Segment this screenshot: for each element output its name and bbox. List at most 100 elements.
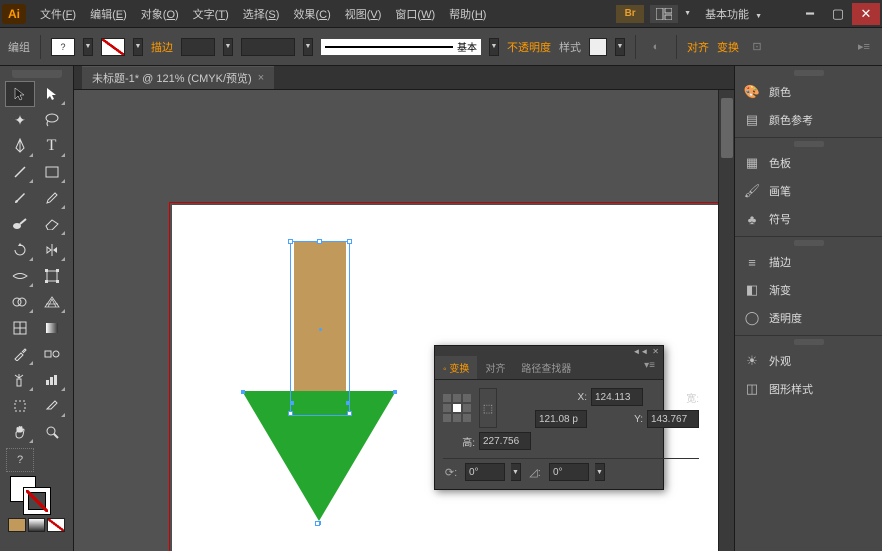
canvas-area[interactable]: ◄◄ ✕ ◦ 变换 对齐 路径查找器 ▾≡ X: [74, 90, 734, 551]
panel-collapse-icon[interactable]: ◄◄ [632, 347, 648, 356]
panel-close-icon[interactable]: ✕ [652, 347, 659, 356]
gradient-panel-button[interactable]: ◧渐变 [735, 276, 882, 304]
menu-help[interactable]: 帮助(H) [443, 3, 492, 25]
mesh-tool[interactable] [6, 316, 34, 340]
swatches-panel-button[interactable]: ▦色板 [735, 149, 882, 177]
menu-effect[interactable]: 效果(C) [287, 3, 336, 25]
opacity-label[interactable]: 不透明度 [507, 39, 551, 55]
panel-grip[interactable] [794, 70, 824, 76]
hand-tool[interactable] [6, 420, 34, 444]
slice-tool[interactable] [38, 394, 66, 418]
workspace-switcher[interactable]: 基本功能▼ [697, 3, 770, 25]
eyedropper-tool[interactable] [6, 342, 34, 366]
color-mode-gradient[interactable] [28, 518, 46, 532]
fill-color-swatch[interactable]: ? [51, 38, 75, 56]
free-transform-tool[interactable] [38, 264, 66, 288]
fill-stroke-control[interactable] [10, 476, 60, 516]
height-input[interactable] [479, 432, 531, 450]
y-input[interactable] [647, 410, 699, 428]
magic-wand-tool[interactable]: ✦ [6, 108, 34, 132]
stroke-label[interactable]: 描边 [151, 39, 173, 55]
scroll-thumb[interactable] [721, 98, 733, 158]
transform-panel[interactable]: ◄◄ ✕ ◦ 变换 对齐 路径查找器 ▾≡ X: [434, 345, 664, 490]
arrange-documents-button[interactable] [650, 5, 678, 23]
width-input[interactable] [535, 410, 587, 428]
lasso-tool[interactable] [38, 108, 66, 132]
menu-window[interactable]: 窗口(W) [389, 3, 441, 25]
menu-file[interactable]: 文件(F) [34, 3, 82, 25]
panel-menu-icon[interactable]: ▾≡ [636, 356, 663, 379]
type-tool[interactable]: T [38, 134, 66, 158]
menu-view[interactable]: 视图(V) [339, 3, 388, 25]
fill-color-dropdown[interactable]: ▼ [83, 38, 93, 56]
artboard-tool[interactable] [6, 394, 34, 418]
brushes-panel-button[interactable]: 🖌画笔 [735, 177, 882, 205]
brush-definition[interactable]: 基本 [321, 39, 481, 55]
shear-dropdown[interactable]: ▼ [595, 463, 605, 481]
menu-select[interactable]: 选择(S) [237, 3, 286, 25]
blend-tool[interactable] [38, 342, 66, 366]
transform-label[interactable]: 变换 [717, 39, 739, 55]
tab-close-icon[interactable]: × [258, 72, 264, 84]
reference-point[interactable] [443, 394, 471, 422]
shape-builder-tool[interactable] [6, 290, 34, 314]
symbol-sprayer-tool[interactable] [6, 368, 34, 392]
pen-tool[interactable] [6, 134, 34, 158]
blob-brush-tool[interactable] [6, 212, 34, 236]
reflect-tool[interactable] [38, 238, 66, 262]
line-segment-tool[interactable] [6, 160, 34, 184]
transparency-panel-button[interactable]: ◯透明度 [735, 304, 882, 332]
color-panel-button[interactable]: 🎨颜色 [735, 78, 882, 106]
menu-edit[interactable]: 编辑(E) [84, 3, 133, 25]
pathfinder-tab[interactable]: 路径查找器 [513, 356, 579, 379]
column-graph-tool[interactable] [38, 368, 66, 392]
stroke-color-swatch[interactable] [101, 38, 125, 56]
graphic-style-swatch[interactable] [589, 38, 607, 56]
stroke-square[interactable] [24, 488, 50, 514]
maximize-button[interactable]: ▢ [824, 3, 852, 25]
stroke-weight-dropdown[interactable]: ▼ [223, 38, 233, 56]
stroke-weight-input[interactable] [181, 38, 215, 56]
rotate-input[interactable] [465, 463, 505, 481]
menu-object[interactable]: 对象(O) [135, 3, 185, 25]
minimize-button[interactable]: ━ [796, 3, 824, 25]
direct-selection-tool[interactable] [38, 82, 66, 106]
stroke-panel-button[interactable]: ≡描边 [735, 248, 882, 276]
width-tool[interactable] [6, 264, 34, 288]
stroke-color-dropdown[interactable]: ▼ [133, 38, 143, 56]
menu-type[interactable]: 文字(T) [187, 3, 235, 25]
x-input[interactable] [591, 388, 643, 406]
appearance-panel-button[interactable]: ☀外观 [735, 347, 882, 375]
eraser-tool[interactable] [38, 212, 66, 236]
pencil-tool[interactable] [38, 186, 66, 210]
constrain-proportions-icon[interactable]: ⬚ [479, 388, 497, 428]
close-button[interactable]: ✕ [852, 3, 880, 25]
document-tab[interactable]: 未标题-1* @ 121% (CMYK/预览) × [82, 66, 274, 89]
panel-grip[interactable] [12, 70, 62, 78]
unknown-tool-placeholder[interactable]: ? [6, 448, 34, 472]
rotate-dropdown[interactable]: ▼ [511, 463, 521, 481]
align-label[interactable]: 对齐 [687, 39, 709, 55]
color-guide-panel-button[interactable]: ▤颜色参考 [735, 106, 882, 134]
graphic-styles-panel-button[interactable]: ◫图形样式 [735, 375, 882, 403]
panel-menu-icon[interactable]: ▸≡ [854, 37, 874, 57]
zoom-tool[interactable] [38, 420, 66, 444]
color-mode-none[interactable] [47, 518, 65, 532]
shear-input[interactable] [549, 463, 589, 481]
paintbrush-tool[interactable] [6, 186, 34, 210]
perspective-grid-tool[interactable] [38, 290, 66, 314]
align-tab[interactable]: 对齐 [477, 356, 513, 379]
panel-grip[interactable] [794, 141, 824, 147]
panel-grip[interactable] [794, 240, 824, 246]
vertical-scrollbar[interactable] [718, 90, 734, 551]
symbols-panel-button[interactable]: ♣符号 [735, 205, 882, 233]
isolate-icon[interactable]: ⊡ [747, 37, 767, 57]
recolor-artwork-icon[interactable]: ◐ [646, 37, 666, 57]
rotate-tool[interactable] [6, 238, 34, 262]
rectangle-tool[interactable] [38, 160, 66, 184]
gradient-tool[interactable] [38, 316, 66, 340]
panel-grip[interactable] [794, 339, 824, 345]
transform-tab[interactable]: ◦ 变换 [435, 356, 477, 379]
variable-width-profile[interactable] [241, 38, 295, 56]
selection-tool[interactable] [6, 82, 34, 106]
